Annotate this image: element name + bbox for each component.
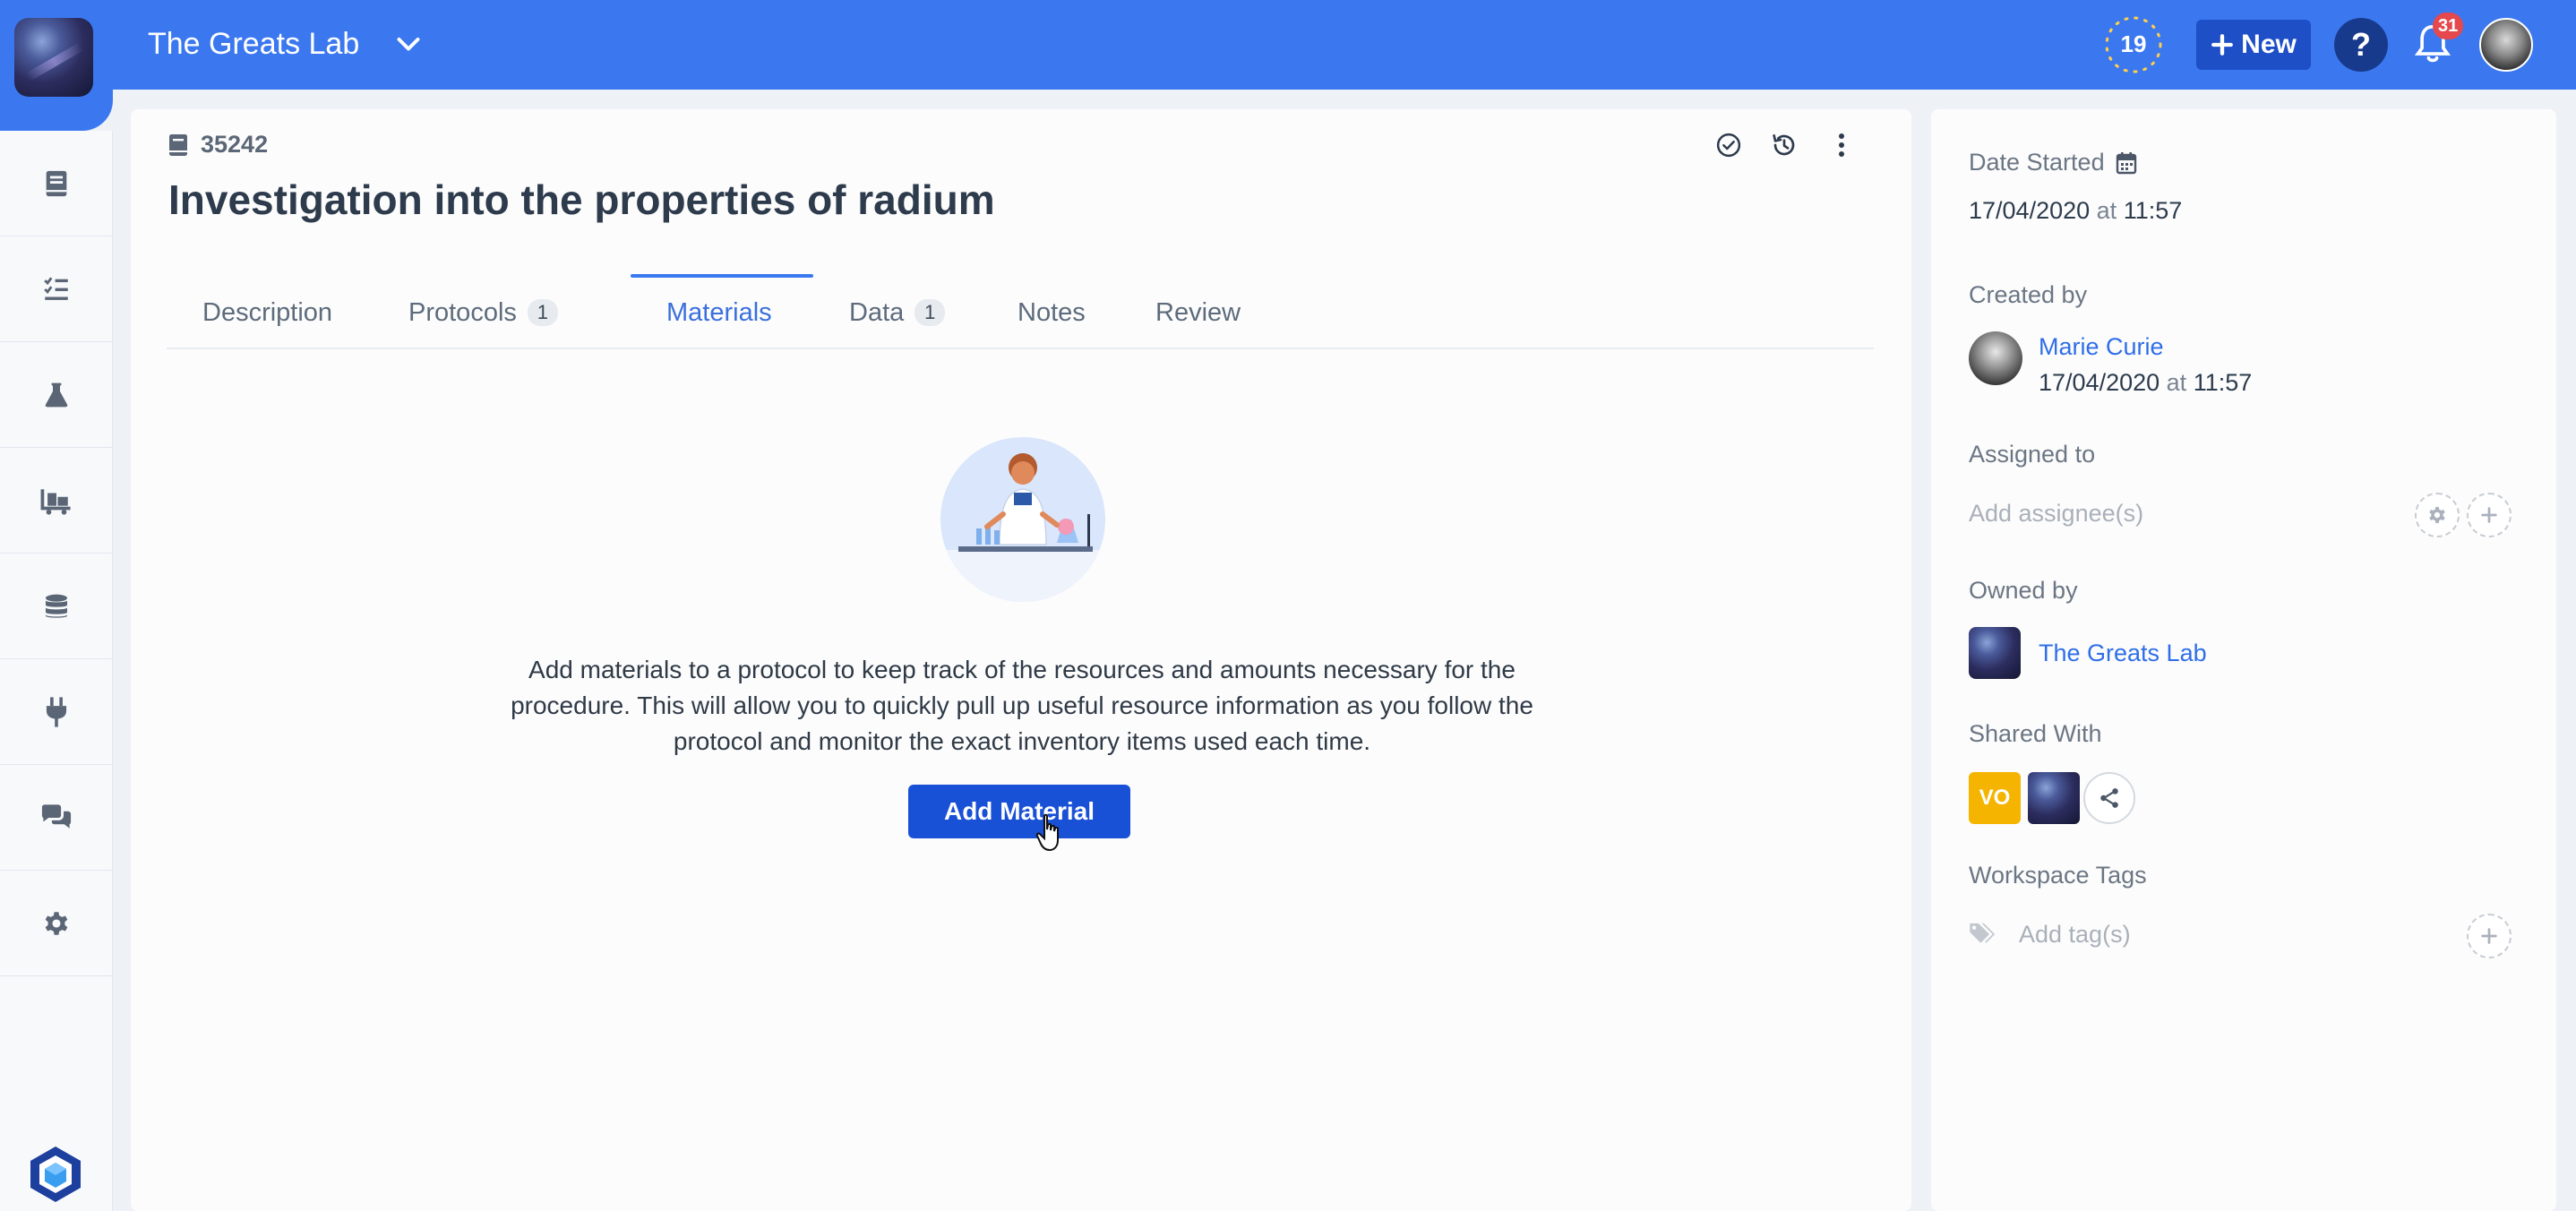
add-assignee-button[interactable] (2467, 493, 2512, 537)
history-button[interactable] (1766, 127, 1802, 163)
tab-data[interactable]: Data 1 (849, 276, 946, 349)
details-panel: Date Started 17/04/2020 at 11:57 Created… (1931, 109, 2556, 1211)
scientist-illustration (940, 437, 1105, 602)
owned-by-label: Owned by (1969, 577, 2078, 604)
shared-with-label: Shared With (1969, 720, 2102, 747)
created-date: 17/04/2020 (2039, 369, 2160, 396)
workspace-title[interactable]: The Greats Lab (148, 27, 359, 62)
add-tag-button[interactable] (2467, 914, 2512, 958)
notebook-small-icon (169, 133, 187, 156)
tab-label: Data (849, 297, 905, 327)
created-at: at (2166, 369, 2187, 396)
entry-id-number: 35242 (201, 131, 269, 158)
left-sidebar (0, 131, 113, 1211)
tags-icon (1970, 923, 1996, 943)
entry-id: 35242 (168, 131, 268, 159)
tab-label: Review (1155, 297, 1241, 327)
tab-materials[interactable]: Materials (666, 276, 772, 349)
workspace-tags-label: Workspace Tags (1969, 862, 2147, 889)
created-date-value: 17/04/2020 at 11:57 (2039, 369, 2252, 397)
share-icon (2100, 788, 2118, 808)
workspace-logo[interactable] (14, 18, 93, 97)
tab-label: Materials (666, 297, 772, 327)
shared-user-avatar[interactable]: VO (1969, 772, 2021, 824)
entry-tabs: Description Protocols 1 Materials Data 1… (167, 274, 1874, 349)
new-button[interactable]: New (2196, 20, 2311, 70)
scientist-lab-illustration-icon (940, 453, 1105, 602)
tags-input[interactable]: Add tag(s) (2019, 921, 2131, 949)
history-icon (1773, 134, 1795, 156)
tab-review[interactable]: Review (1155, 276, 1241, 349)
tab-label: Description (202, 297, 333, 327)
plus-icon (2481, 507, 2497, 523)
gear-icon (45, 911, 68, 935)
flask-icon (45, 382, 68, 407)
date-started-date: 17/04/2020 (1969, 197, 2091, 224)
sidebar-item-experiments[interactable] (0, 342, 113, 448)
app-logo-icon[interactable] (27, 1145, 84, 1204)
page-title: Investigation into the properties of rad… (168, 176, 995, 223)
chevron-down-icon[interactable] (392, 29, 425, 61)
notebook-icon (46, 170, 67, 196)
shared-workspace-avatar[interactable] (2028, 772, 2080, 824)
add-material-button[interactable]: Add Material (908, 785, 1130, 838)
streak-indicator[interactable]: 19 (2101, 13, 2166, 77)
sidebar-item-protocols[interactable] (0, 236, 113, 342)
created-by-label: Created by (1969, 281, 2088, 308)
creator-avatar[interactable] (1969, 331, 2022, 385)
tab-protocols[interactable]: Protocols 1 (408, 276, 558, 349)
entry-card: 35242 Investigation into the properties … (131, 109, 1911, 1211)
complete-button[interactable] (1711, 127, 1747, 163)
user-avatar[interactable] (2479, 18, 2533, 72)
tab-notes[interactable]: Notes (1018, 276, 1086, 349)
plus-icon (2211, 34, 2234, 56)
date-started-time: 11:57 (2123, 197, 2183, 224)
assignee-settings-button[interactable] (2415, 493, 2460, 537)
notification-badge: 31 (2433, 13, 2464, 39)
streak-count: 19 (2120, 30, 2147, 57)
created-time: 11:57 (2193, 369, 2253, 396)
hand-cursor-icon (1035, 813, 1059, 852)
date-started-value[interactable]: 17/04/2020 at 11:57 (1969, 197, 2182, 225)
calendar-icon[interactable] (2116, 151, 2137, 175)
sidebar-item-integrations[interactable] (0, 659, 113, 765)
new-button-label: New (2241, 30, 2297, 59)
checklist-icon (44, 276, 68, 300)
sidebar-item-settings[interactable] (0, 871, 113, 976)
creator-name-link[interactable]: Marie Curie (2039, 333, 2164, 361)
help-button[interactable]: ? (2334, 18, 2388, 72)
top-bar (0, 0, 2576, 90)
inventory-cart-icon (40, 488, 71, 515)
check-circle-icon (1716, 133, 1741, 158)
owner-avatar[interactable] (1969, 627, 2021, 679)
sidebar-item-messages[interactable] (0, 765, 113, 871)
workspace-logo-tab (0, 0, 113, 131)
assignee-input[interactable]: Add assignee(s) (1969, 500, 2143, 528)
more-options-button[interactable] (1824, 127, 1859, 163)
plug-icon (46, 696, 67, 727)
date-started-label-row: Date Started (1969, 149, 2137, 176)
date-started-at: at (2096, 197, 2117, 224)
tab-label: Protocols (408, 297, 517, 327)
sidebar-item-database[interactable] (0, 554, 113, 659)
more-vertical-icon (1839, 133, 1844, 157)
empty-state-description: Add materials to a protocol to keep trac… (511, 656, 1533, 755)
gear-icon (2429, 507, 2445, 523)
assigned-to-label: Assigned to (1969, 441, 2096, 468)
share-button[interactable] (2083, 772, 2135, 824)
plus-icon (2481, 928, 2497, 944)
date-started-label: Date Started (1969, 149, 2105, 176)
tab-label: Notes (1018, 297, 1086, 327)
tab-count-badge: 1 (914, 299, 946, 326)
chat-icon (41, 803, 72, 829)
owner-name-link[interactable]: The Greats Lab (2039, 640, 2207, 667)
sidebar-item-inventory[interactable] (0, 448, 113, 554)
tab-count-badge: 1 (527, 299, 558, 326)
sidebar-item-notebook[interactable] (0, 131, 113, 236)
database-icon (46, 594, 67, 618)
tab-description[interactable]: Description (202, 276, 332, 349)
